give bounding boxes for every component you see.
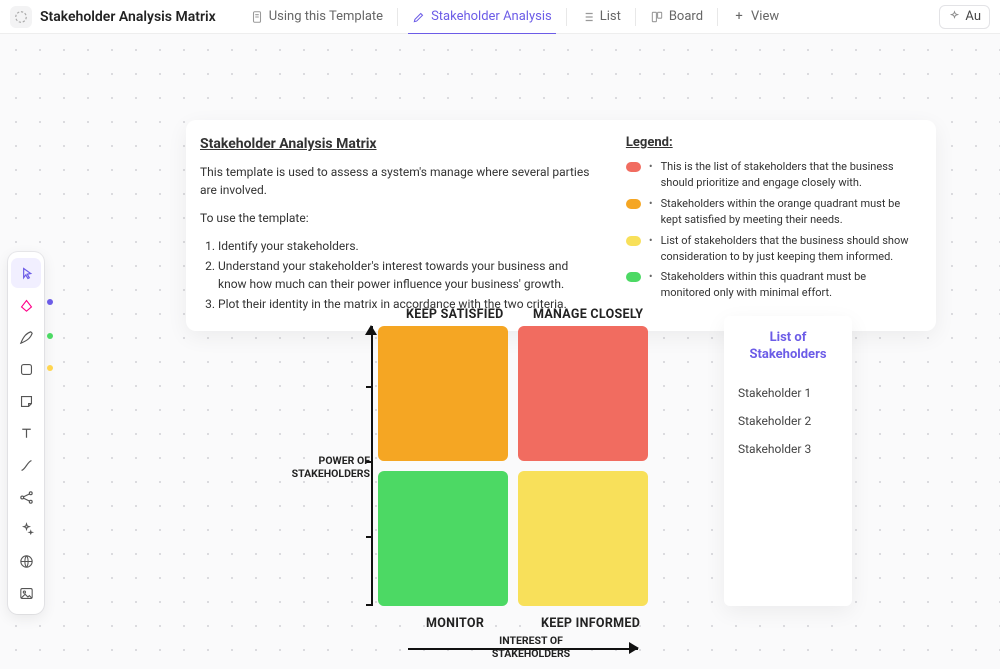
y-axis-label: POWER OF STAKEHOLDERS <box>284 454 370 480</box>
tab-label: Using this Template <box>269 9 383 24</box>
info-usage: To use the template: <box>200 209 598 227</box>
image-tool[interactable] <box>11 578 41 608</box>
color-dot-yellow <box>47 365 53 371</box>
quadrant-keep-satisfied[interactable] <box>378 326 508 461</box>
quadrant-label-br: KEEP INFORMED <box>541 616 640 631</box>
info-steps: Identify your stakeholders. Understand y… <box>200 237 598 313</box>
tab-stakeholder-analysis[interactable]: Stakeholder Analysis <box>402 0 562 34</box>
tab-using-template[interactable]: Using this Template <box>240 0 393 34</box>
add-view-button[interactable]: + View <box>722 0 789 34</box>
sparkle-tool[interactable] <box>11 514 41 544</box>
shape-tool[interactable] <box>11 354 41 384</box>
sparkle-icon <box>948 10 961 23</box>
divider <box>635 8 636 26</box>
swatch-orange <box>626 199 641 209</box>
edit-icon <box>412 10 426 24</box>
auto-button[interactable]: Au <box>939 5 990 29</box>
board-icon <box>650 10 664 24</box>
note-tool[interactable] <box>11 290 41 320</box>
stakeholder-list-card[interactable]: List of Stakeholders Stakeholder 1 Stake… <box>724 316 852 606</box>
tab-list[interactable]: List <box>571 0 631 34</box>
legend-item: • List of stakeholders that the business… <box>626 233 914 265</box>
home-button[interactable] <box>10 6 32 28</box>
pointer-tool[interactable] <box>11 258 41 288</box>
stakeholder-list-title: List of Stakeholders <box>738 330 838 364</box>
quadrant-label-tl: KEEP SATISFIED <box>406 307 504 322</box>
legend-item: • Stakeholders within the orange quadran… <box>626 196 914 228</box>
connector-tool[interactable] <box>11 450 41 480</box>
legend-item: • Stakeholders within this quadrant must… <box>626 269 914 301</box>
tab-label: List <box>600 9 621 24</box>
share-tool[interactable] <box>11 482 41 512</box>
page-title[interactable]: Stakeholder Analysis Matrix <box>40 9 216 25</box>
info-title: Stakeholder Analysis Matrix <box>200 134 598 155</box>
swatch-red <box>626 162 641 172</box>
divider <box>717 8 718 26</box>
plus-icon: + <box>732 9 746 24</box>
divider <box>566 8 567 26</box>
loading-icon <box>14 10 28 24</box>
legend-text: Stakeholders within this quadrant must b… <box>661 269 914 301</box>
legend-text: List of stakeholders that the business s… <box>661 233 914 265</box>
text-tool[interactable] <box>11 418 41 448</box>
legend-text: This is the list of stakeholders that th… <box>661 159 914 191</box>
legend-text: Stakeholders within the orange quadrant … <box>661 196 914 228</box>
list-item[interactable]: Stakeholder 3 <box>738 442 838 456</box>
color-dot-blue <box>47 299 53 305</box>
step-item: Identify your stakeholders. <box>218 237 598 255</box>
list-icon <box>581 10 595 24</box>
auto-label: Au <box>965 9 981 24</box>
quadrant-monitor[interactable] <box>378 471 508 606</box>
tab-label: Board <box>669 9 703 24</box>
list-item[interactable]: Stakeholder 1 <box>738 386 838 400</box>
tab-board[interactable]: Board <box>640 0 713 34</box>
info-desc: This template is used to assess a system… <box>200 163 598 199</box>
quadrant-label-tr: MANAGE CLOSELY <box>533 307 643 322</box>
quadrant-keep-informed[interactable] <box>518 471 648 606</box>
tab-label: Stakeholder Analysis <box>431 9 552 24</box>
info-card[interactable]: Stakeholder Analysis Matrix This templat… <box>186 120 936 331</box>
step-item: Understand your stakeholder's interest t… <box>218 257 598 293</box>
whiteboard-canvas[interactable]: Stakeholder Analysis Matrix This templat… <box>0 34 1000 669</box>
quadrant-label-bl: MONITOR <box>426 616 484 631</box>
pen-tool[interactable] <box>11 322 41 352</box>
x-axis-label: INTEREST OF STAKEHOLDERS <box>476 634 586 660</box>
legend-title: Legend: <box>626 134 914 153</box>
globe-tool[interactable] <box>11 546 41 576</box>
color-dot-green <box>47 333 53 339</box>
legend: Legend: • This is the list of stakeholde… <box>626 134 914 315</box>
list-item[interactable]: Stakeholder 2 <box>738 414 838 428</box>
quadrant-manage-closely[interactable] <box>518 326 648 461</box>
top-bar: Stakeholder Analysis Matrix Using this T… <box>0 0 1000 34</box>
doc-icon <box>250 10 264 24</box>
legend-item: • This is the list of stakeholders that … <box>626 159 914 191</box>
whiteboard-toolbar <box>8 252 44 614</box>
swatch-green <box>626 272 641 282</box>
divider <box>397 8 398 26</box>
sticky-tool[interactable] <box>11 386 41 416</box>
add-view-label: View <box>751 9 779 24</box>
swatch-yellow <box>626 236 641 246</box>
